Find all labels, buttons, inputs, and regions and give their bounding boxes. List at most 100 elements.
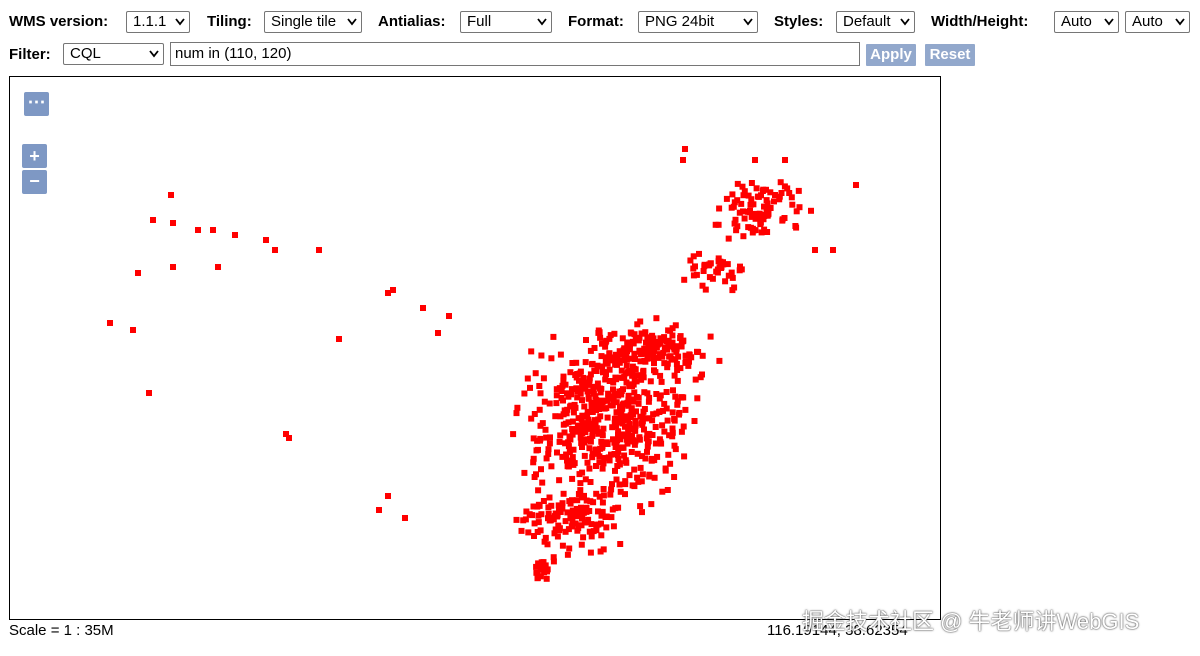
feature-point xyxy=(663,405,670,412)
feature-point xyxy=(631,466,638,473)
feature-point xyxy=(682,352,689,359)
feature-point xyxy=(215,264,221,270)
feature-point xyxy=(547,434,553,441)
feature-point xyxy=(664,346,671,353)
feature-point xyxy=(546,494,553,501)
filter-label: Filter: xyxy=(9,46,51,63)
feature-point xyxy=(667,460,674,467)
feature-point xyxy=(671,474,678,480)
feature-point xyxy=(613,423,620,430)
feature-point xyxy=(680,423,687,430)
feature-point xyxy=(567,403,574,410)
feature-point xyxy=(706,274,713,281)
feature-point xyxy=(597,402,604,409)
feature-point xyxy=(521,469,528,476)
feature-point xyxy=(532,370,539,377)
chevron-down-icon xyxy=(537,18,547,26)
feature-point xyxy=(677,335,684,341)
wms-version-select[interactable]: 1.1.1 xyxy=(126,11,190,33)
feature-point xyxy=(168,192,174,198)
feature-point xyxy=(574,527,581,534)
filter-type-select[interactable]: CQL xyxy=(63,43,164,65)
feature-point xyxy=(636,347,643,354)
feature-point xyxy=(853,182,859,188)
feature-point xyxy=(575,491,582,497)
feature-point xyxy=(618,411,625,418)
feature-point xyxy=(716,205,723,212)
feature-point xyxy=(693,271,700,278)
feature-point xyxy=(672,446,679,453)
format-select[interactable]: PNG 24bit xyxy=(638,11,758,33)
feature-point xyxy=(723,195,730,202)
feature-point xyxy=(601,455,608,462)
feature-point xyxy=(606,351,613,358)
feature-point xyxy=(529,512,536,519)
feature-point xyxy=(578,541,585,548)
feature-point xyxy=(598,438,605,445)
feature-point xyxy=(597,413,604,420)
feature-point xyxy=(572,509,579,516)
tiling-select[interactable]: Single tile xyxy=(264,11,362,33)
feature-point xyxy=(585,395,592,402)
width-select[interactable]: Auto xyxy=(1054,11,1119,33)
feature-point xyxy=(694,395,701,402)
feature-point xyxy=(514,404,521,411)
feature-point xyxy=(616,359,623,366)
feature-point xyxy=(385,493,391,499)
feature-point xyxy=(582,436,589,443)
feature-point xyxy=(607,491,614,498)
antialias-select[interactable]: Full xyxy=(460,11,552,33)
filter-input[interactable]: num in (110, 120) xyxy=(170,42,860,66)
feature-point xyxy=(639,421,646,428)
feature-point xyxy=(577,390,584,397)
tiling-label: Tiling: xyxy=(207,13,252,30)
feature-point xyxy=(652,369,659,376)
feature-point xyxy=(680,394,687,401)
feature-point xyxy=(603,513,610,520)
feature-point xyxy=(564,509,571,516)
feature-point xyxy=(531,520,538,527)
feature-point xyxy=(316,247,322,253)
feature-point xyxy=(593,527,600,534)
feature-point xyxy=(170,220,176,226)
width-height-label: Width/Height: xyxy=(931,13,1029,30)
map-viewport[interactable]: ⋯ + − xyxy=(9,76,941,620)
feature-point xyxy=(538,511,545,518)
feature-point xyxy=(646,473,653,480)
feature-point xyxy=(573,428,580,435)
feature-point xyxy=(513,516,520,523)
feature-point xyxy=(628,449,635,455)
feature-point xyxy=(644,448,650,455)
feature-point xyxy=(534,437,541,444)
layer-switcher-button[interactable]: ⋯ xyxy=(24,92,49,116)
feature-point xyxy=(569,459,576,466)
format-label: Format: xyxy=(568,13,624,30)
feature-point xyxy=(615,455,622,462)
toolbar: WMS version: 1.1.1 Tiling: Single tile A… xyxy=(0,0,1200,80)
chevron-down-icon xyxy=(347,18,357,26)
feature-point xyxy=(544,541,551,548)
feature-point xyxy=(603,439,610,446)
feature-point xyxy=(716,357,723,364)
feature-point xyxy=(607,402,614,409)
feature-point xyxy=(678,428,685,435)
feature-point xyxy=(612,374,619,381)
feature-point xyxy=(619,401,626,408)
styles-select[interactable]: Default xyxy=(836,11,915,33)
feature-point xyxy=(525,529,532,536)
apply-button[interactable]: Apply xyxy=(866,44,916,66)
feature-point xyxy=(592,447,599,454)
reset-button[interactable]: Reset xyxy=(925,44,975,66)
feature-point xyxy=(513,410,520,417)
feature-point xyxy=(752,157,758,163)
feature-point xyxy=(658,378,665,385)
feature-point xyxy=(782,157,788,163)
feature-point xyxy=(590,388,597,395)
height-select[interactable]: Auto xyxy=(1125,11,1190,33)
feature-point xyxy=(690,253,697,260)
feature-point xyxy=(538,352,545,359)
zoom-out-button[interactable]: − xyxy=(22,170,47,194)
zoom-in-button[interactable]: + xyxy=(22,144,47,168)
feature-point xyxy=(527,384,533,391)
feature-point xyxy=(668,355,675,362)
